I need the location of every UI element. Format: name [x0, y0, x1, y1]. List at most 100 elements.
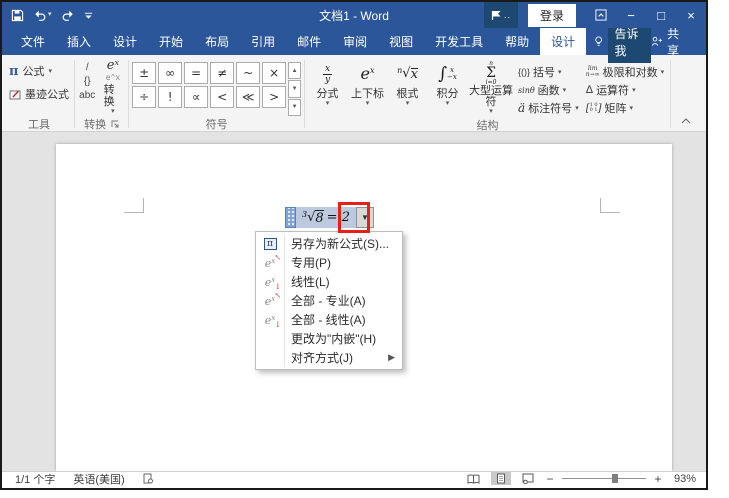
convert-button[interactable]: eˣ e^x 转换 ▾ — [101, 58, 126, 116]
fraction-button[interactable]: xy 分式 ▾ — [308, 60, 347, 117]
tell-me-box[interactable]: 告诉我 — [594, 20, 651, 63]
close-button[interactable]: × — [676, 2, 706, 28]
equation-options-menu: 另存为新公式(S)... ↖ 专用(P) ↓ 线性(L) ↖ 全部 - 专业(A… — [255, 231, 403, 370]
integral-button[interactable]: ∫ x −x 积分 ▾ — [428, 60, 467, 117]
radical-button[interactable]: n √ x 根式 ▾ — [388, 60, 427, 117]
macro-record-icon[interactable] — [134, 473, 162, 484]
coming-soon-icon[interactable]: .. — [483, 2, 518, 28]
share-button[interactable]: 共享 — [651, 27, 706, 58]
tab-developer[interactable]: 开发工具 — [424, 28, 494, 55]
bracket-button[interactable]: {()} 括号 ▾ — [515, 63, 582, 81]
redo-button[interactable] — [61, 9, 75, 21]
normal-text-button[interactable]: / — [86, 62, 89, 73]
save-icon[interactable] — [11, 9, 24, 22]
language-status[interactable]: 英语(美国) — [64, 471, 133, 487]
tab-help[interactable]: 帮助 — [494, 28, 540, 55]
limit-icon: lim n→∞ — [585, 65, 600, 78]
group-label-tools: 工具 — [28, 118, 50, 131]
chevron-down-icon: ▾ — [575, 104, 579, 112]
word-count[interactable]: 1/1 个字 — [6, 471, 64, 487]
chevron-down-icon: ▾ — [111, 108, 115, 115]
menu-item-all-professional[interactable]: ↖ 全部 - 专业(A) — [256, 291, 402, 310]
chevron-down-icon: ▾ — [632, 86, 636, 94]
tab-home[interactable]: 开始 — [148, 28, 194, 55]
symbol-much-less[interactable]: ≪ — [236, 86, 261, 108]
menu-item-save-as-new-equation[interactable]: 另存为新公式(S)... — [256, 234, 402, 253]
symbol-tilde[interactable]: ~ — [236, 62, 261, 84]
convert-icon: eˣ — [106, 58, 120, 73]
sign-in-button[interactable]: 登录 — [527, 3, 576, 27]
symbol-proportional[interactable]: ∝ — [184, 86, 209, 108]
ribbon-display-options-button[interactable] — [586, 2, 616, 28]
zoom-slider-thumb[interactable] — [611, 474, 618, 483]
abc-text-button[interactable]: abc — [79, 90, 95, 101]
tab-references[interactable]: 引用 — [240, 28, 286, 55]
chevron-up-icon — [681, 118, 691, 124]
fraction-icon: xy — [322, 63, 333, 85]
symbol-not-equal[interactable]: ≠ — [210, 62, 235, 84]
qat-customize-button[interactable] — [84, 11, 93, 20]
symbol-less-than[interactable]: < — [210, 86, 235, 108]
integral-icon: ∫ x −x — [438, 64, 457, 84]
web-layout-button[interactable] — [518, 472, 538, 485]
tab-file[interactable]: 文件 — [10, 28, 56, 55]
braces-button[interactable]: {} — [84, 76, 91, 87]
tab-mailings[interactable]: 邮件 — [286, 28, 332, 55]
accent-button[interactable]: ä 标注符号 ▾ — [515, 99, 582, 117]
equation-radicand: 8 — [315, 209, 324, 226]
tab-design[interactable]: 设计 — [102, 28, 148, 55]
symbol-plus-minus[interactable]: ± — [132, 62, 157, 84]
scroll-up-icon[interactable]: ▲ — [288, 62, 302, 80]
menu-item-all-linear[interactable]: ↓ 全部 - 线性(A) — [256, 310, 402, 329]
zoom-percentage[interactable]: 93% — [670, 473, 696, 485]
symbol-equals[interactable]: = — [184, 62, 209, 84]
tab-review[interactable]: 审阅 — [332, 28, 378, 55]
minimize-button[interactable]: − — [616, 2, 646, 28]
equation-drag-handle[interactable] — [285, 207, 296, 228]
equation-options-dropdown-button[interactable]: ▼ — [355, 207, 374, 228]
radical-icon: n √ x — [397, 65, 418, 82]
equation-radical-sign: √ — [307, 210, 316, 225]
tab-insert[interactable]: 插入 — [56, 28, 102, 55]
collapse-ribbon-button[interactable] — [671, 57, 706, 131]
group-structures: xy 分式 ▾ ex 上下标 ▾ n √ x 根式 ▾ ∫ x −x 积分 ▾ … — [305, 57, 670, 132]
chevron-down-icon: ▾ — [48, 67, 53, 75]
symbol-infinity[interactable]: ∞ — [158, 62, 183, 84]
zoom-in-button[interactable]: + — [653, 472, 663, 486]
equation-rhs: = 2 — [326, 210, 350, 225]
menu-item-change-to-inline[interactable]: 更改为"内嵌"(H) — [256, 329, 402, 348]
symbol-factorial[interactable]: ! — [158, 86, 183, 108]
operator-button[interactable]: Δ 运算符 ▾ — [583, 81, 667, 99]
zoom-slider[interactable] — [561, 474, 646, 483]
menu-item-linear[interactable]: ↓ 线性(L) — [256, 272, 402, 291]
limit-and-log-button[interactable]: lim n→∞ 极限和对数 ▾ — [583, 63, 667, 81]
chevron-down-icon: ▾ — [445, 100, 450, 107]
symbol-divide[interactable]: ÷ — [132, 86, 157, 108]
undo-button[interactable]: ▾ — [33, 9, 52, 21]
print-layout-button[interactable] — [490, 472, 511, 485]
professional-icon: ↖ — [265, 253, 282, 270]
chevron-down-icon: ▾ — [660, 68, 665, 76]
symbol-more-icon[interactable]: ▼ — [288, 98, 302, 116]
ink-equation-button[interactable]: 墨迹公式 — [7, 85, 71, 103]
scroll-down-icon[interactable]: ▼ — [288, 80, 302, 98]
dialog-launcher-icon[interactable] — [111, 120, 119, 128]
equation-content[interactable]: 3 √ 8 = 2 — [296, 207, 356, 228]
save-as-new-equation-icon — [263, 237, 277, 250]
tab-equation-design-active[interactable]: 设计 — [540, 28, 587, 55]
tab-layout[interactable]: 布局 — [194, 28, 240, 55]
tab-view[interactable]: 视图 — [378, 28, 424, 55]
all-linear-icon: ↓ — [265, 313, 282, 329]
matrix-button[interactable]: [1 00 1] 矩阵 ▾ — [583, 99, 667, 117]
function-button[interactable]: sinθ 函数 ▾ — [515, 81, 582, 99]
large-operator-button[interactable]: n Σi=0 大型运算符 ▾ — [468, 60, 514, 117]
symbol-multiply[interactable]: × — [262, 62, 287, 84]
zoom-out-button[interactable]: − — [545, 472, 555, 486]
menu-item-justification[interactable]: 对齐方式(J) ▶ — [256, 348, 402, 367]
script-button[interactable]: ex 上下标 ▾ — [348, 60, 387, 117]
symbol-greater-than[interactable]: > — [262, 86, 287, 108]
menu-item-professional[interactable]: ↖ 专用(P) — [256, 253, 402, 272]
read-mode-button[interactable] — [464, 472, 484, 485]
restore-button[interactable]: □ — [646, 2, 676, 28]
equation-button[interactable]: π 公式 ▾ — [7, 62, 71, 80]
